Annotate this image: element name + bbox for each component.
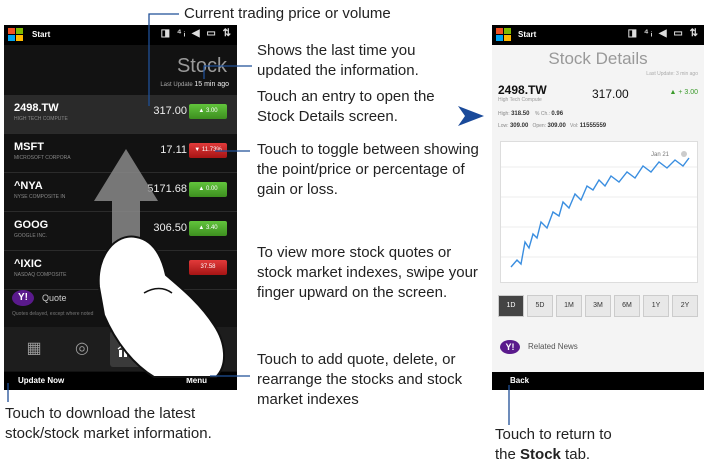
- callout-open-details: Touch an entry to open the Stock Details…: [257, 88, 435, 125]
- callout-last-time: Shows the last time you updated the info…: [257, 42, 419, 79]
- callout-return-suffix: tab.: [560, 446, 591, 463]
- callout-menu: Touch to add quote, delete, or rearrange…: [257, 351, 463, 408]
- arrow-right-icon: [458, 106, 484, 126]
- callout-toggle: Touch to toggle between showing the poin…: [257, 141, 479, 198]
- callout-trading-price: Current trading price or volume: [184, 5, 391, 22]
- callout-return: Touch to return to the Stock tab.: [495, 425, 635, 465]
- callout-swipe: To view more stock quotes or stock marke…: [257, 244, 478, 301]
- callout-return-bold: Stock: [520, 446, 561, 463]
- callout-download: Touch to download the latest stock/stock…: [5, 405, 212, 442]
